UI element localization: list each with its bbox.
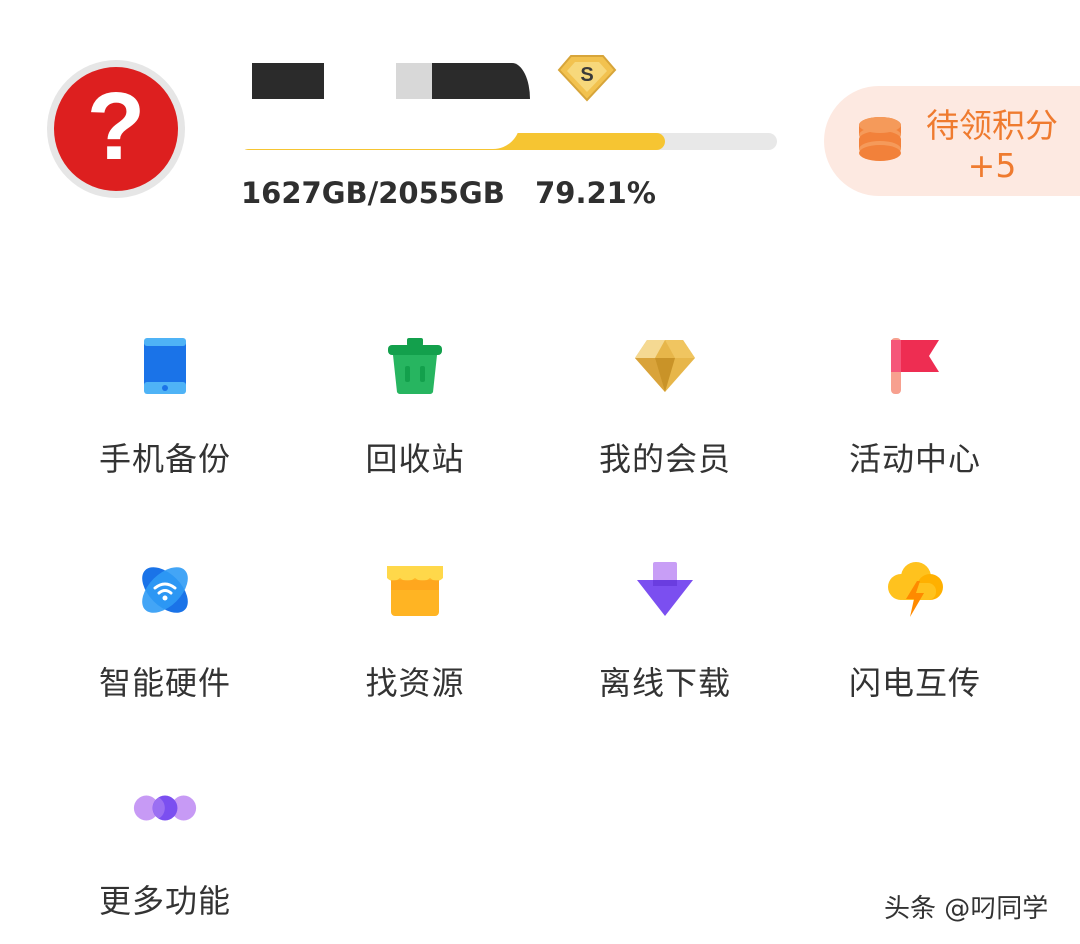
feature-label: 活动中心 — [848, 440, 981, 478]
feature-label: 我的会员 — [598, 440, 731, 478]
avatar-placeholder: ? — [54, 67, 178, 191]
feature-smart-hardware[interactable]: 智能硬件 — [65, 558, 265, 704]
points-label: 待领积分 — [926, 106, 1058, 145]
feature-find-resources[interactable]: 找资源 — [315, 558, 515, 704]
feature-label: 找资源 — [365, 664, 465, 702]
download-arrow-icon — [637, 562, 693, 616]
flag-icon — [891, 338, 939, 394]
tablet-icon — [144, 338, 186, 394]
coin-stack-icon — [859, 117, 901, 161]
feature-label: 离线下载 — [598, 664, 731, 702]
feature-offline-download[interactable]: 离线下载 — [565, 558, 765, 704]
username-redacted-part-2 — [396, 63, 432, 99]
feature-recycle-bin[interactable]: 回收站 — [315, 334, 515, 480]
points-value: +5 — [967, 146, 1017, 185]
feature-lightning-transfer[interactable]: 闪电互传 — [815, 558, 1015, 704]
feature-label: 更多功能 — [98, 882, 231, 920]
vip-badge-letter: S — [580, 64, 593, 86]
lightning-cloud-icon — [888, 562, 943, 617]
trash-icon — [388, 338, 442, 394]
feature-label: 闪电互传 — [848, 664, 981, 702]
more-circles-icon — [133, 795, 197, 821]
avatar[interactable]: ? — [47, 60, 185, 198]
storage-usage-text: 1627GB/2055GB 79.21% — [241, 176, 656, 210]
feature-label: 手机备份 — [98, 440, 231, 478]
username-redacted-part-1 — [252, 63, 324, 99]
feature-activity-center[interactable]: 活动中心 — [815, 334, 1015, 480]
feature-phone-backup[interactable]: 手机备份 — [65, 334, 265, 480]
progress-redaction — [240, 122, 520, 149]
wifi-orbit-icon — [142, 567, 188, 613]
store-icon — [387, 566, 443, 616]
avatar-question-mark: ? — [86, 73, 146, 180]
feature-label: 回收站 — [365, 440, 465, 478]
diamond-icon — [635, 340, 695, 392]
feature-my-membership[interactable]: 我的会员 — [565, 334, 765, 480]
vip-badge-icon[interactable]: S — [557, 52, 617, 104]
watermark: 头条 @叼同学 — [884, 894, 1049, 924]
feature-more-functions[interactable]: 更多功能 — [65, 776, 265, 922]
username-redacted-part-3 — [432, 63, 530, 99]
feature-label: 智能硬件 — [98, 664, 231, 702]
